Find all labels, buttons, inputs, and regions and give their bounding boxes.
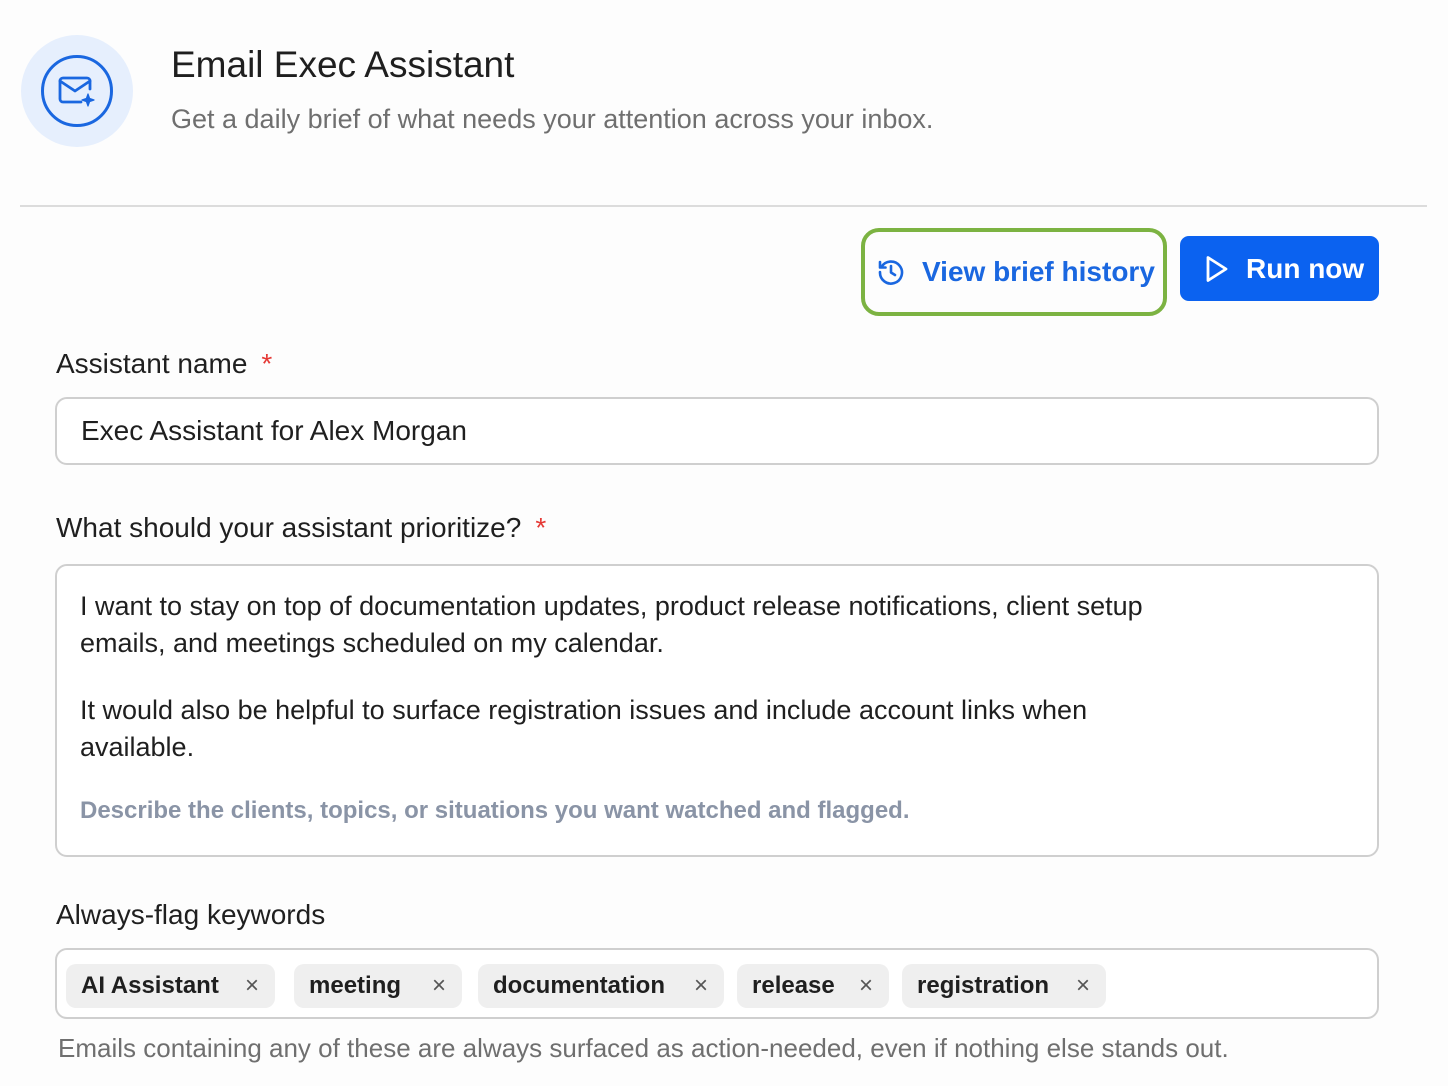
priority-paragraph: It would also be helpful to surface regi…: [80, 695, 1088, 762]
keyword-chip-label: AI Assistant: [81, 972, 219, 999]
keywords-label: Always-flag keywords: [56, 899, 326, 930]
view-brief-history-label: View brief history: [922, 256, 1155, 287]
keyword-chip: meeting ×: [294, 964, 462, 1008]
priority-label: What should your assistant prioritize? *: [56, 512, 546, 544]
play-icon: [1204, 254, 1230, 284]
keyword-chip-label: release: [752, 972, 835, 999]
remove-keyword-icon[interactable]: ×: [432, 974, 446, 998]
app-avatar: [21, 35, 133, 147]
keywords-helper-text: Emails containing any of these are alway…: [58, 1033, 1229, 1063]
remove-keyword-icon[interactable]: ×: [1076, 974, 1090, 998]
header-divider: [20, 205, 1427, 207]
history-icon: [876, 257, 906, 287]
page-header: Email Exec Assistant Get a daily brief o…: [0, 0, 1448, 206]
keyword-chip: registration ×: [902, 964, 1106, 1008]
assistant-name-value: Exec Assistant for Alex Morgan: [81, 415, 467, 446]
keyword-chip-label: documentation: [493, 972, 665, 999]
keyword-chip: documentation ×: [478, 964, 724, 1008]
required-marker: *: [535, 512, 547, 543]
remove-keyword-icon[interactable]: ×: [859, 974, 873, 998]
remove-keyword-icon[interactable]: ×: [694, 974, 708, 998]
keyword-chip: release ×: [737, 964, 889, 1008]
run-now-button[interactable]: Run now: [1180, 236, 1379, 301]
remove-keyword-icon[interactable]: ×: [245, 974, 259, 998]
required-marker: *: [261, 348, 273, 379]
view-brief-history-button[interactable]: View brief history: [861, 228, 1167, 316]
keyword-chip-label: registration: [917, 972, 1050, 999]
page-subtitle: Get a daily brief of what needs your att…: [171, 104, 934, 134]
run-now-label: Run now: [1246, 252, 1365, 284]
priority-textarea[interactable]: I want to stay on top of documentation u…: [55, 564, 1379, 857]
assistant-name-label-text: Assistant name: [56, 348, 248, 379]
assistant-name-label: Assistant name *: [56, 348, 272, 380]
assistant-name-input[interactable]: Exec Assistant for Alex Morgan: [55, 397, 1379, 465]
keyword-chip: AI Assistant ×: [66, 964, 275, 1008]
priority-paragraph: I want to stay on top of documentation u…: [80, 591, 1143, 658]
page-title: Email Exec Assistant: [171, 44, 515, 85]
keyword-chip-label: meeting: [309, 972, 402, 999]
priority-label-text: What should your assistant prioritize?: [56, 512, 522, 543]
keywords-input[interactable]: AI Assistant × meeting × documentation ×…: [55, 948, 1379, 1019]
mail-sparkle-icon: [41, 55, 113, 127]
priority-helper-text: Describe the clients, topics, or situati…: [80, 797, 910, 824]
